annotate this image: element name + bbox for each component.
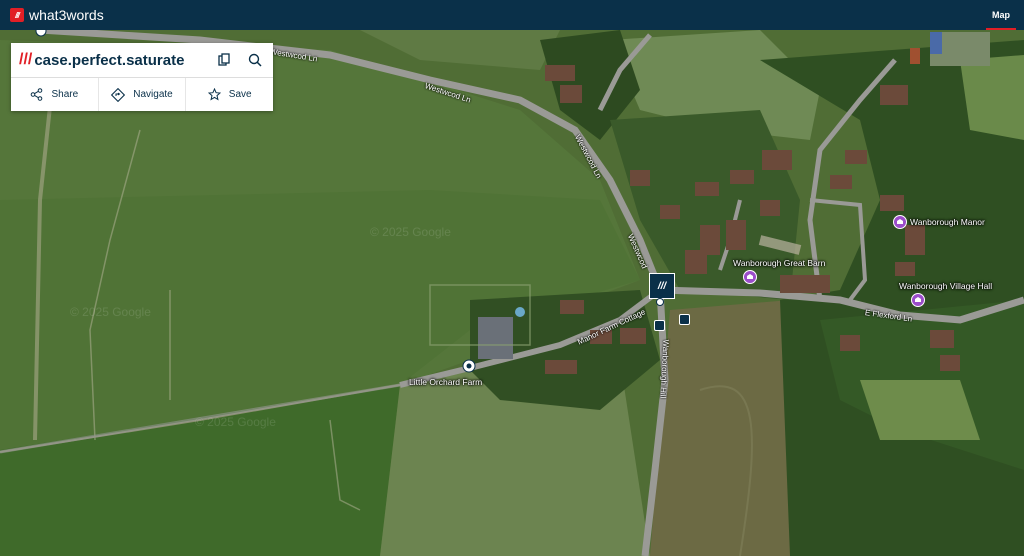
copy-icon[interactable]	[216, 52, 232, 68]
location-pin-icon[interactable]	[462, 359, 476, 373]
landmark-pin-icon[interactable]	[893, 215, 907, 229]
google-watermark: © 2025 Google	[370, 225, 451, 239]
landmark-pin-icon[interactable]	[743, 270, 757, 284]
share-label: Share	[51, 89, 79, 100]
poi-label-wanborough-great-barn[interactable]: Wanborough Great Barn	[733, 258, 825, 268]
map-marker-icon[interactable]	[34, 30, 48, 38]
navigate-label: Navigate	[133, 89, 173, 100]
poi-label-wanborough-village-hall[interactable]: Wanborough Village Hall	[899, 281, 992, 291]
brand-name: what3words	[29, 7, 104, 23]
navigate-icon	[111, 87, 126, 102]
navigate-button[interactable]: Navigate	[99, 78, 187, 111]
bus-stop-icon[interactable]	[679, 314, 690, 325]
three-word-address[interactable]: case.perfect.saturate	[34, 52, 184, 69]
active-tab-underline	[986, 28, 1016, 30]
google-watermark: © 2025 Google	[70, 305, 151, 319]
nav-map-tab[interactable]: Map	[986, 0, 1016, 30]
address-header: /// case.perfect.saturate	[11, 43, 273, 78]
selected-square-marker[interactable]: ///	[649, 273, 675, 299]
address-actions: Share Navigate Save	[11, 78, 273, 111]
share-icon	[31, 88, 43, 101]
selected-square-dot	[656, 298, 664, 306]
what3words-logo[interactable]: /// what3words	[10, 7, 104, 23]
google-watermark: © 2025 Google	[195, 415, 276, 429]
poi-label-wanborough-manor[interactable]: Wanborough Manor	[910, 217, 985, 227]
poi-label-little-orchard-farm[interactable]: Little Orchard Farm	[409, 377, 482, 387]
landmark-pin-icon[interactable]	[911, 293, 925, 307]
logo-mark-icon: ///	[10, 8, 24, 22]
nav-map-label: Map	[992, 10, 1010, 20]
save-label: Save	[228, 89, 252, 100]
save-button[interactable]: Save	[186, 78, 273, 111]
share-button[interactable]: Share	[11, 78, 99, 111]
address-card: /// case.perfect.saturate Share Navigate…	[11, 43, 273, 111]
search-icon[interactable]	[247, 52, 263, 68]
address-slashes: ///	[19, 51, 33, 68]
bus-stop-icon[interactable]	[654, 320, 665, 331]
star-icon	[207, 88, 221, 101]
top-bar: /// what3words Map	[0, 0, 1024, 30]
